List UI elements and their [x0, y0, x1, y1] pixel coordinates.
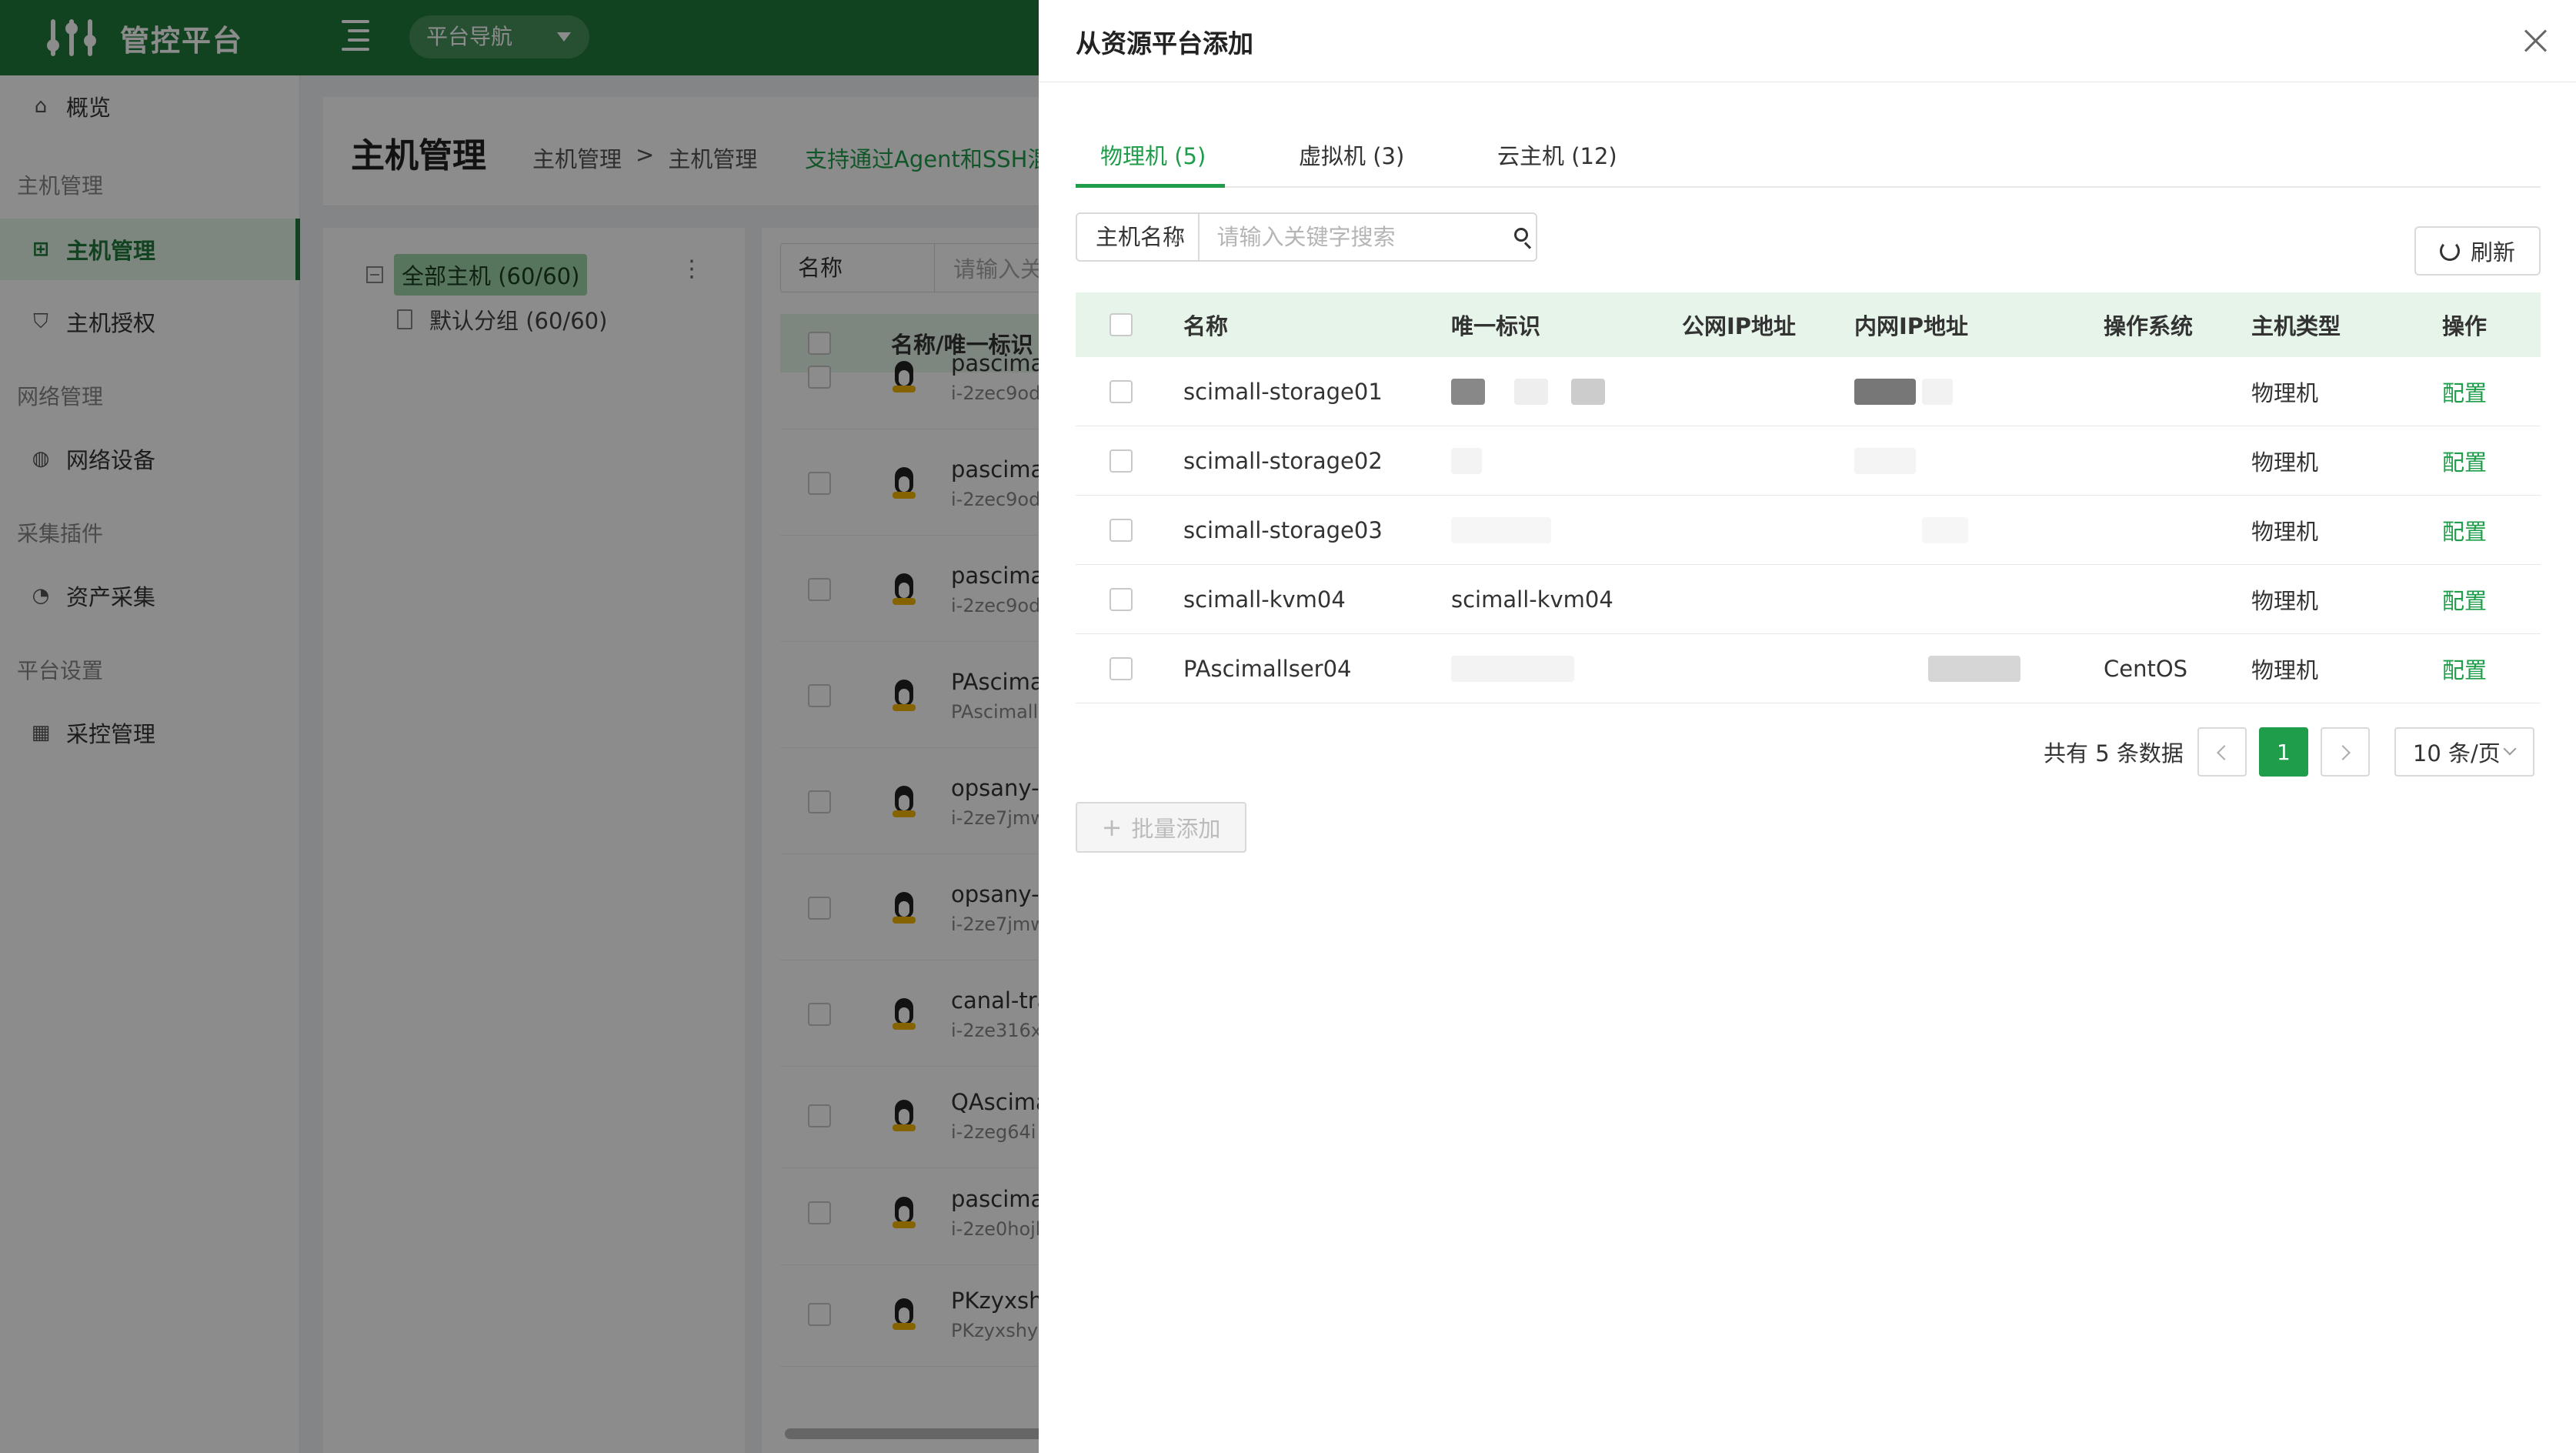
page-size-select[interactable]: 10 条/页 — [2394, 727, 2534, 777]
configure-link[interactable]: 配置 — [2442, 565, 2487, 633]
redacted-block — [1451, 656, 1574, 682]
redacted-block — [1514, 379, 1548, 405]
host-uid: scimall-kvm04 — [1451, 586, 1613, 613]
host-type: 物理机 — [2251, 656, 2319, 683]
chevron-down-icon — [2503, 742, 2517, 756]
select-all-checkbox[interactable] — [1109, 292, 1133, 357]
host-type: 物理机 — [2251, 518, 2319, 545]
chevron-left-icon — [2216, 745, 2232, 760]
table-row: scimall-storage01 物理机 配置 — [1076, 357, 2541, 426]
plus-icon: + — [1101, 813, 1123, 842]
configure-link[interactable]: 配置 — [2442, 634, 2487, 703]
col-uid: 唯一标识 — [1451, 313, 1541, 339]
host-type: 物理机 — [2251, 379, 2319, 406]
row-checkbox[interactable] — [1109, 565, 1133, 633]
redacted-block — [1922, 379, 1953, 405]
col-os: 操作系统 — [2104, 313, 2194, 339]
redacted-block — [1571, 379, 1605, 405]
row-checkbox[interactable] — [1109, 357, 1133, 426]
table-header: 名称 唯一标识 公网IP地址 内网IP地址 操作系统 主机类型 操作 — [1076, 292, 2541, 357]
redacted-block — [1854, 379, 1916, 405]
host-type: 物理机 — [2251, 449, 2319, 476]
redacted-block — [1928, 656, 2020, 682]
col-private-ip: 内网IP地址 — [1854, 313, 1969, 339]
search-input[interactable] — [1200, 214, 1501, 260]
drawer-title: 从资源平台添加 — [1076, 28, 1253, 58]
col-public-ip: 公网IP地址 — [1682, 313, 1797, 339]
pagination: 共有 5 条数据 1 10 条/页 — [2044, 726, 2534, 777]
host-name: PAscimallser04 — [1183, 655, 1352, 682]
os: CentOS — [2104, 655, 2188, 682]
tab-virtual[interactable]: 虚拟机 (3) — [1299, 139, 1404, 171]
table-row: scimall-kvm04 scimall-kvm04 物理机 配置 — [1076, 565, 2541, 634]
redacted-block — [1451, 517, 1551, 543]
chevron-right-icon — [2334, 745, 2351, 760]
batch-add-button[interactable]: + 批量添加 — [1076, 802, 1246, 853]
tab-cloud[interactable]: 云主机 (12) — [1497, 139, 1617, 171]
host-type: 物理机 — [2251, 587, 2319, 614]
host-name: scimall-storage01 — [1183, 378, 1383, 405]
host-type-tabs: 物理机 (5) 虚拟机 (3) 云主机 (12) — [1076, 128, 2541, 188]
row-checkbox[interactable] — [1109, 496, 1133, 564]
add-from-platform-drawer: 从资源平台添加 物理机 (5) 虚拟机 (3) 云主机 (12) 主机名称 刷新… — [1039, 0, 2576, 1453]
row-checkbox[interactable] — [1109, 634, 1133, 703]
configure-link[interactable]: 配置 — [2442, 426, 2487, 495]
table-row: scimall-storage03 物理机 配置 — [1076, 496, 2541, 565]
tab-physical[interactable]: 物理机 (5) — [1100, 139, 1206, 171]
pagination-total: 共有 5 条数据 — [2044, 740, 2184, 767]
host-table: 名称 唯一标识 公网IP地址 内网IP地址 操作系统 主机类型 操作 scima… — [1076, 292, 2541, 703]
close-icon[interactable] — [2522, 26, 2550, 54]
refresh-icon — [2439, 241, 2460, 261]
search-field-select[interactable]: 主机名称 — [1077, 214, 1200, 260]
table-row: PAscimallser04 CentOS 物理机 配置 — [1076, 634, 2541, 703]
host-search: 主机名称 — [1076, 212, 1537, 262]
refresh-button[interactable]: 刷新 — [2414, 226, 2541, 276]
active-tab-indicator — [1076, 184, 1225, 188]
page-number-current[interactable]: 1 — [2258, 727, 2308, 777]
next-page-button[interactable] — [2320, 727, 2370, 777]
prev-page-button[interactable] — [2197, 727, 2247, 777]
search-icon[interactable] — [1500, 214, 1536, 260]
configure-link[interactable]: 配置 — [2442, 496, 2487, 564]
col-name: 名称 — [1183, 313, 1229, 339]
redacted-block — [1922, 517, 1968, 543]
redacted-block — [1854, 448, 1916, 474]
col-host-type: 主机类型 — [2251, 313, 2341, 339]
host-name: scimall-storage03 — [1183, 516, 1383, 543]
col-action: 操作 — [2442, 313, 2488, 339]
host-name: scimall-kvm04 — [1183, 586, 1346, 613]
row-checkbox[interactable] — [1109, 426, 1133, 495]
table-row: scimall-storage02 物理机 配置 — [1076, 426, 2541, 496]
configure-link[interactable]: 配置 — [2442, 357, 2487, 426]
redacted-block — [1451, 448, 1482, 474]
redacted-block — [1451, 379, 1485, 405]
host-name: scimall-storage02 — [1183, 447, 1383, 474]
